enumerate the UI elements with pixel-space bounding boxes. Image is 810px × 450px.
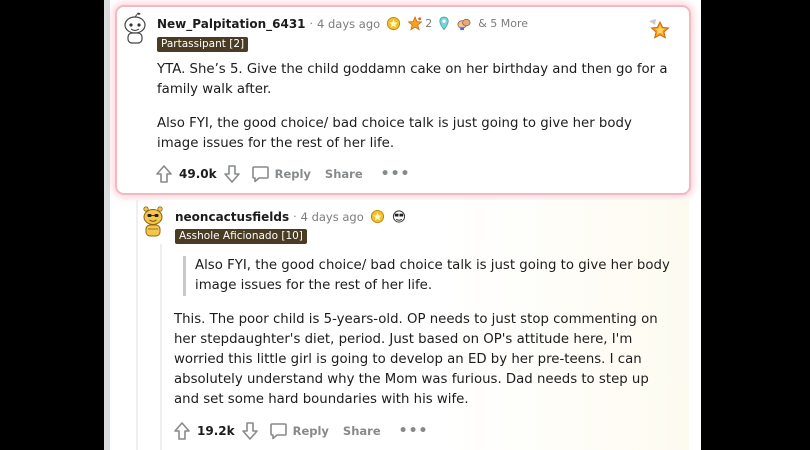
reply-comment-body: This. The poor child is 5-years-old. OP … — [174, 310, 674, 410]
reply-label: Reply — [292, 424, 329, 438]
reply-action-bar: 19.2k Reply Share ••• — [173, 421, 428, 441]
gold-award-icon[interactable] — [386, 16, 401, 31]
reply-button[interactable]: Reply — [269, 422, 329, 440]
gold-award-icon[interactable] — [370, 209, 385, 224]
more-options-icon[interactable]: ••• — [381, 166, 411, 182]
username[interactable]: New_Palpitation_6431 — [157, 17, 306, 31]
separator-dot: · — [309, 17, 314, 30]
more-options-icon[interactable]: ••• — [399, 423, 429, 439]
face-award-icon[interactable] — [391, 209, 407, 224]
quoted-text: Also FYI, the good choice/ bad choice ta… — [183, 256, 673, 296]
star-award-icon[interactable]: 2 — [407, 16, 432, 31]
username[interactable]: neoncactusfields — [175, 210, 289, 224]
thread-line[interactable] — [136, 200, 138, 450]
comment-action-bar: 49.0k Reply Share ••• — [155, 164, 410, 184]
reply-thread-line[interactable] — [160, 244, 162, 450]
vote-count: 19.2k — [197, 424, 235, 438]
snoo-avatar-icon[interactable] — [140, 204, 166, 238]
timestamp[interactable]: 4 days ago — [317, 17, 380, 31]
highlight-badge-icon — [646, 16, 672, 42]
award-count: 2 — [425, 17, 433, 30]
share-button[interactable]: Share — [343, 424, 381, 438]
vote-count: 49.0k — [179, 167, 217, 181]
separator-dot: · — [293, 210, 297, 223]
reply-comment-meta: neoncactusfields · 4 days ago — [175, 209, 407, 224]
more-awards-link[interactable]: & 5 More — [478, 17, 528, 30]
upvote-icon[interactable] — [173, 421, 191, 441]
comment-icon — [251, 166, 269, 183]
comment-paragraph: YTA. She’s 5. Give the child goddamn cak… — [157, 62, 668, 97]
downvote-icon[interactable] — [223, 164, 241, 184]
comment-meta: New_Palpitation_6431 · 4 days ago 2 & 5 … — [157, 16, 528, 31]
comment-body: YTA. She’s 5. Give the child goddamn cak… — [157, 60, 677, 154]
page-left-edge — [104, 0, 110, 450]
comment-icon — [269, 423, 287, 440]
user-flair: Partassipant [2] — [157, 37, 249, 52]
hands-award-icon[interactable] — [456, 16, 472, 31]
quote-paragraph: Also FYI, the good choice/ bad choice ta… — [195, 258, 670, 293]
downvote-icon[interactable] — [241, 421, 259, 441]
comment-paragraph: This. The poor child is 5-years-old. OP … — [174, 312, 658, 407]
user-flair: Asshole Aficionado [10] — [175, 229, 307, 244]
timestamp[interactable]: 4 days ago — [301, 210, 364, 224]
comment-paragraph: Also FYI, the good choice/ bad choice ta… — [157, 116, 632, 151]
snoo-avatar-icon[interactable] — [121, 12, 149, 46]
share-label: Share — [342, 424, 381, 438]
upvote-icon[interactable] — [155, 164, 173, 184]
share-button[interactable]: Share — [325, 167, 363, 181]
share-label: Share — [324, 167, 363, 181]
location-award-icon[interactable] — [438, 16, 450, 31]
reply-button[interactable]: Reply — [251, 165, 311, 183]
reply-label: Reply — [274, 167, 311, 181]
